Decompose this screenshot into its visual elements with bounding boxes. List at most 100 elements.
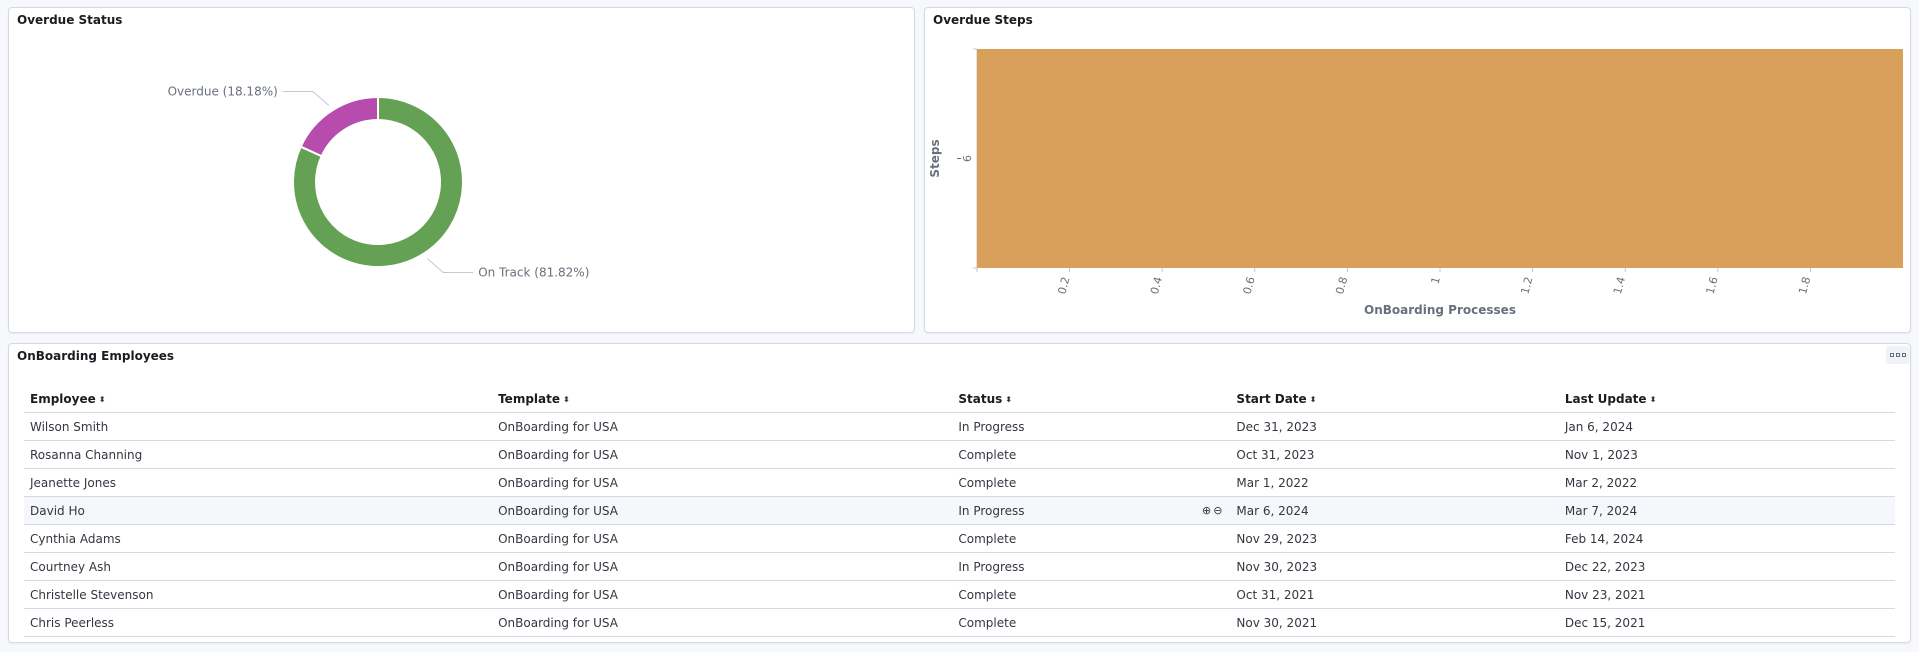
table-cell: Rosanna Channing: [24, 440, 493, 469]
table-cell: David Ho: [24, 496, 493, 525]
table-row[interactable]: David Ho OnBoarding for USA In Progress ⊕ ⊖ M…: [24, 496, 1895, 525]
cell-value: Nov 23, 2021: [1564, 587, 1646, 602]
cell-value: OnBoarding for USA: [498, 447, 618, 462]
cell-value: Nov 30, 2021: [1236, 615, 1318, 630]
table-cell: Mar 2, 2022: [1558, 468, 1895, 497]
panel-options-icon[interactable]: [1886, 346, 1910, 364]
table-cell: Dec 31, 2023: [1230, 412, 1559, 441]
table-cell: OnBoarding for USA: [492, 552, 953, 581]
table-cell: Nov 1, 2023: [1558, 440, 1895, 469]
table-cell: Oct 31, 2023: [1230, 440, 1559, 469]
slice-label-leader: [282, 90, 330, 106]
x-tick-label: 0.4: [1148, 275, 1165, 295]
x-tick-label: 0.6: [1241, 275, 1258, 295]
table-row[interactable]: Wilson Smith OnBoarding for USA In Progres…: [24, 412, 1895, 441]
table-row[interactable]: Jeanette Jones OnBoarding for USA Complete…: [24, 468, 1895, 497]
table-cell: OnBoarding for USA: [492, 496, 953, 525]
table-cell: Nov 30, 2021: [1230, 608, 1559, 637]
slice-label: On Track (81.82%): [478, 266, 589, 280]
column-header-label: Template: [498, 392, 561, 406]
table-row[interactable]: Christelle Stevenson OnBoarding for USA Co…: [24, 580, 1895, 609]
overdue-status-panel: Overdue Status Overdue (18.18%) On Track …: [8, 7, 915, 333]
cell-value: Chris Peerless: [30, 615, 115, 630]
column-header-label: Employee: [30, 392, 96, 406]
cell-value: Dec 22, 2023: [1564, 559, 1646, 574]
table-row[interactable]: Rosanna Channing OnBoarding for USA Comple…: [24, 440, 1895, 469]
cell-value: David Ho: [30, 503, 85, 518]
pie-slice[interactable]: [299, 95, 379, 158]
zoom-in-icon[interactable]: ⊕: [1202, 504, 1211, 517]
column-header[interactable]: Start Date ⬍: [1230, 386, 1559, 413]
cell-value: OnBoarding for USA: [498, 615, 618, 630]
table-cell: Mar 7, 2024: [1558, 496, 1895, 525]
cell-value: Feb 14, 2024: [1564, 531, 1644, 546]
column-header-label: Start Date: [1236, 392, 1307, 406]
column-header-label: Status: [958, 392, 1003, 406]
x-tick-label: 0.2: [1055, 275, 1072, 295]
cell-value: Nov 1, 2023: [1564, 447, 1638, 462]
cell-value: Cynthia Adams: [30, 531, 121, 546]
x-tick-label: 0.8: [1333, 275, 1350, 295]
x-tick-label: 1.4: [1611, 275, 1628, 295]
table-cell: Feb 14, 2024: [1558, 524, 1895, 553]
cell-value: OnBoarding for USA: [498, 475, 618, 490]
cell-value: OnBoarding for USA: [498, 531, 618, 546]
table-cell: Wilson Smith: [24, 412, 493, 441]
table-cell: Oct 31, 2021: [1230, 580, 1559, 609]
overdue-steps-panel: Overdue Steps 9 0.2 0.4 0.6 0.8 1 1.2 1.4 1.6 1.8…: [924, 7, 1911, 333]
cell-value: Complete: [958, 587, 1017, 602]
table-header-row: Employee ⬍ Template ⬍ Status ⬍ Start Date ⬍ Last…: [24, 386, 1895, 413]
table-row[interactable]: Cynthia Adams OnBoarding for USA Complete N…: [24, 524, 1895, 553]
table-cell: Nov 29, 2023: [1230, 524, 1559, 553]
table-cell: Jan 6, 2024: [1558, 412, 1895, 441]
table-cell: Jeanette Jones: [24, 468, 493, 497]
table-cell: In Progress: [952, 552, 1231, 581]
overdue-status-donut-chart: Overdue (18.18%) On Track (81.82%): [168, 84, 590, 280]
cell-value: Courtney Ash: [30, 559, 111, 574]
cell-value: Complete: [958, 531, 1017, 546]
table-cell: Nov 23, 2021: [1558, 580, 1895, 609]
table-cell: OnBoarding for USA: [492, 468, 953, 497]
sort-icon[interactable]: ⬍: [1650, 395, 1657, 404]
table-cell: OnBoarding for USA: [492, 524, 953, 553]
x-tick-label: 1.6: [1704, 275, 1721, 295]
cell-value: Jan 6, 2024: [1564, 419, 1633, 434]
sort-icon[interactable]: ⬍: [1005, 395, 1012, 404]
x-tick-label: 1: [1429, 275, 1443, 285]
panel-title: Overdue Status: [17, 13, 123, 27]
column-header[interactable]: Last Update ⬍: [1558, 386, 1895, 413]
category-label: 9: [960, 155, 973, 162]
table-cell: Complete: [952, 608, 1231, 637]
cell-value: Dec 31, 2023: [1236, 419, 1317, 434]
slice-label-leader: [426, 258, 474, 274]
table-cell: Complete: [952, 468, 1231, 497]
y-axis-title: Steps: [928, 139, 942, 177]
table-cell: Chris Peerless: [24, 608, 493, 637]
zoom-out-icon[interactable]: ⊖: [1213, 504, 1222, 517]
table-row[interactable]: Courtney Ash OnBoarding for USA In Progres…: [24, 552, 1895, 581]
cell-value: OnBoarding for USA: [498, 559, 618, 574]
cell-value: Oct 31, 2023: [1236, 447, 1315, 462]
cell-value: Mar 2, 2022: [1564, 475, 1638, 490]
cell-value: Rosanna Channing: [30, 447, 143, 462]
column-header[interactable]: Employee ⬍: [24, 386, 493, 413]
table-cell: OnBoarding for USA: [492, 580, 953, 609]
column-header[interactable]: Status ⬍: [952, 386, 1231, 413]
bar[interactable]: [977, 49, 1903, 268]
column-header[interactable]: Template ⬍: [492, 386, 953, 413]
table-cell: OnBoarding for USA: [492, 440, 953, 469]
cell-value: Oct 31, 2021: [1236, 587, 1315, 602]
table-row[interactable]: Chris Peerless OnBoarding for USA Complete…: [24, 608, 1895, 637]
table-cell: Nov 30, 2023: [1230, 552, 1559, 581]
sort-icon[interactable]: ⬍: [1310, 395, 1317, 404]
table-cell: OnBoarding for USA: [492, 412, 953, 441]
sort-icon[interactable]: ⬍: [99, 395, 106, 404]
cell-value: In Progress: [958, 559, 1025, 574]
employees-table: Employee ⬍ Template ⬍ Status ⬍ Start Date ⬍ Last…: [24, 386, 1895, 637]
sort-icon[interactable]: ⬍: [563, 395, 570, 404]
cell-value: Dec 15, 2021: [1564, 615, 1646, 630]
cell-value: Jeanette Jones: [30, 475, 116, 490]
cell-value: Mar 7, 2024: [1564, 503, 1638, 518]
cell-value: In Progress: [958, 419, 1025, 434]
cell-value: Mar 1, 2022: [1236, 475, 1309, 490]
